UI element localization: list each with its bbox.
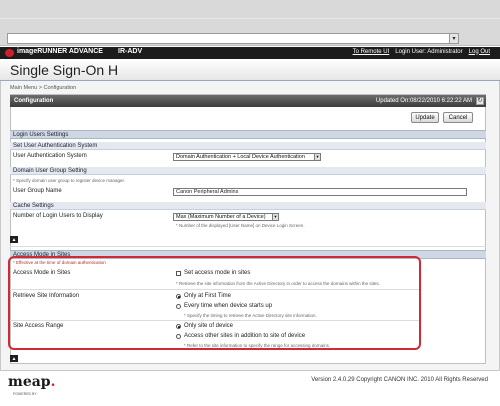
powered-by-text: POWERED BY	[13, 392, 37, 396]
login-users-section: Login Users Settings	[10, 130, 486, 139]
login-users-display-select[interactable]: Max (Maximum Number of a Device) ▼	[173, 213, 279, 221]
auth-system-label: User Authentication System	[13, 153, 87, 159]
logout-link[interactable]: Log Out	[469, 49, 490, 55]
cache-subsection-title: Cache Settings	[13, 202, 54, 209]
page-title: Single Sign-On H	[10, 62, 119, 78]
chevron-down-icon: ▼	[314, 154, 320, 160]
access-mode-highlight	[8, 256, 421, 350]
app-name: IR-ADV	[118, 48, 143, 55]
user-group-name-label: User Group Name	[13, 188, 62, 194]
login-user-text: Login User: Administrator	[395, 48, 463, 55]
brand-bar: imageRUNNER ADVANCE IR-ADV To Remote UI …	[0, 47, 500, 59]
cancel-button[interactable]: Cancel	[443, 112, 473, 123]
login-users-display-label: Number of Login Users to Display	[13, 213, 103, 219]
refresh-icon[interactable]: ↻	[476, 96, 484, 105]
auth-system-select[interactable]: Domain Authentication + Local Device Aut…	[173, 153, 321, 161]
auth-system-value: Domain Authentication + Local Device Aut…	[176, 154, 305, 160]
update-button[interactable]: Update	[411, 112, 439, 123]
to-remote-ui-link[interactable]: To Remote UI	[353, 49, 390, 55]
domain-group-subsection: Domain User Group Setting	[10, 167, 486, 175]
address-bar[interactable]: ▾	[7, 33, 459, 44]
breadcrumb: Main Menu > Configuration	[10, 85, 77, 91]
login-users-display-note: * Number of the displayed [User Name] on…	[176, 223, 305, 228]
meap-logo: meap.	[8, 374, 55, 390]
meap-logo-text: meap	[8, 374, 51, 390]
brand-name: imageRUNNER ADVANCE	[17, 48, 103, 55]
meap-logo-dot: .	[50, 374, 56, 390]
toolbar-divider	[0, 18, 500, 19]
divider	[10, 246, 486, 247]
footer	[0, 370, 500, 406]
cache-subsection: Cache Settings	[10, 202, 486, 210]
canon-logo-icon	[5, 49, 14, 57]
address-dropdown-icon[interactable]: ▾	[449, 34, 458, 43]
copyright-text: Version 2.4.0.29 Copyright CANON INC. 20…	[311, 377, 488, 383]
domain-group-subsection-title: Domain User Group Setting	[13, 167, 87, 174]
login-users-display-value: Max (Maximum Number of a Device)	[176, 214, 266, 220]
config-header: Configuration Updated On:08/22/2010 6:22…	[10, 95, 486, 107]
config-title: Configuration	[14, 97, 54, 104]
header-links: To Remote UI Login User: Administrator L…	[353, 49, 490, 55]
updated-timestamp: Updated On:08/22/2010 6:22:22 AM	[375, 97, 472, 104]
collapse-up-icon[interactable]: ▲	[10, 355, 18, 362]
domain-group-note: * Specify domain user group to register …	[13, 178, 126, 183]
user-group-name-input[interactable]: Canon Peripheral Admins	[173, 188, 467, 196]
collapse-up-icon[interactable]: ▲	[10, 236, 18, 243]
login-users-section-title: Login Users Settings	[13, 132, 69, 138]
auth-subsection: Set User Authentication System	[10, 142, 486, 150]
chevron-down-icon: ▼	[272, 214, 278, 220]
auth-subsection-title: Set User Authentication System	[13, 142, 98, 149]
